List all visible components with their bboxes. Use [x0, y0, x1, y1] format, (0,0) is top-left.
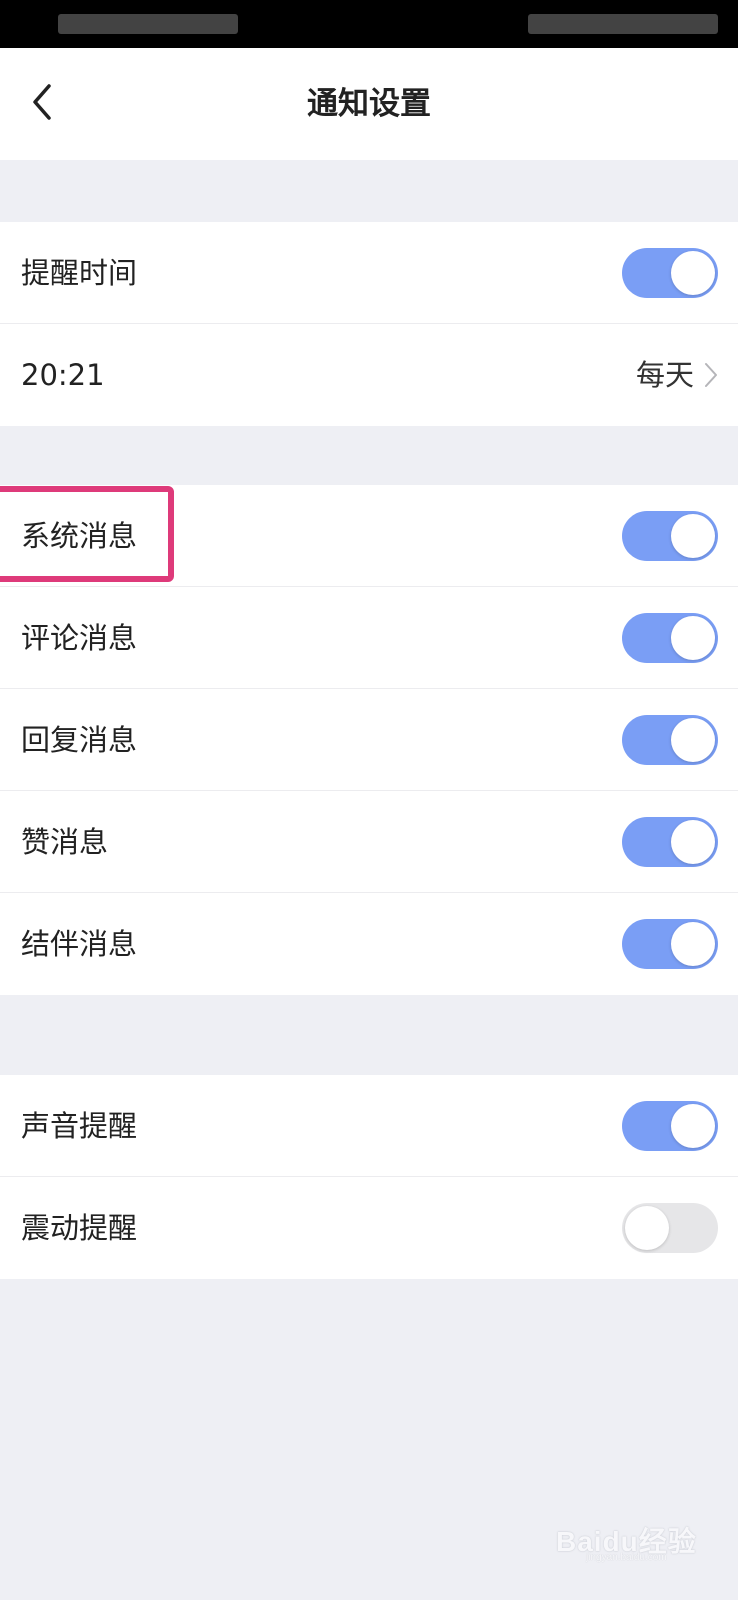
message-label: 赞消息: [21, 825, 109, 859]
reply-message-toggle[interactable]: [622, 715, 718, 765]
toggle-knob: [671, 820, 715, 864]
message-row-comment: 评论消息: [0, 587, 738, 689]
reminder-toggle-row: 提醒时间: [0, 222, 738, 324]
toggle-knob: [671, 251, 715, 295]
toggle-knob: [671, 922, 715, 966]
messages-group: 系统消息 评论消息 回复消息 赞消息 结伴消息: [0, 485, 738, 995]
system-message-toggle[interactable]: [622, 511, 718, 561]
reminder-time: 20:21: [21, 358, 105, 392]
reminder-repeat: 每天: [635, 358, 694, 392]
toggle-knob: [625, 1206, 669, 1250]
page-title: 通知设置: [307, 86, 431, 122]
message-row-system: 系统消息: [0, 485, 738, 587]
message-label: 系统消息: [21, 519, 138, 553]
watermark-subtext: jingyan.baidu.com: [586, 1552, 667, 1563]
baidu-watermark: Baidu经验 jingyan.baidu.com: [556, 1500, 706, 1564]
companion-message-toggle[interactable]: [622, 919, 718, 969]
message-label: 回复消息: [21, 723, 138, 757]
alert-label: 声音提醒: [21, 1109, 138, 1143]
chevron-right-icon: [705, 363, 717, 387]
sound-alert-toggle[interactable]: [622, 1101, 718, 1151]
like-message-toggle[interactable]: [622, 817, 718, 867]
status-bar: [0, 0, 738, 48]
status-bar-blurred-right: [528, 14, 718, 34]
toggle-knob: [671, 616, 715, 660]
message-label: 评论消息: [21, 621, 138, 655]
reminder-toggle[interactable]: [622, 248, 718, 298]
message-label: 结伴消息: [21, 927, 138, 961]
reminder-label: 提醒时间: [21, 256, 138, 290]
reminder-time-row[interactable]: 20:21 每天: [0, 324, 738, 426]
message-row-reply: 回复消息: [0, 689, 738, 791]
toggle-knob: [671, 514, 715, 558]
alerts-group: 声音提醒 震动提醒: [0, 1075, 738, 1279]
alert-row-sound: 声音提醒: [0, 1075, 738, 1177]
vibrate-alert-toggle[interactable]: [622, 1203, 718, 1253]
status-bar-blurred-left: [58, 14, 238, 34]
alert-label: 震动提醒: [21, 1211, 138, 1245]
comment-message-toggle[interactable]: [622, 613, 718, 663]
toggle-knob: [671, 1104, 715, 1148]
toggle-knob: [671, 718, 715, 762]
nav-bar: 通知设置: [0, 48, 738, 160]
reminder-group: 提醒时间 20:21 每天: [0, 222, 738, 426]
alert-row-vibrate: 震动提醒: [0, 1177, 738, 1279]
message-row-like: 赞消息: [0, 791, 738, 893]
message-row-companion: 结伴消息: [0, 893, 738, 995]
